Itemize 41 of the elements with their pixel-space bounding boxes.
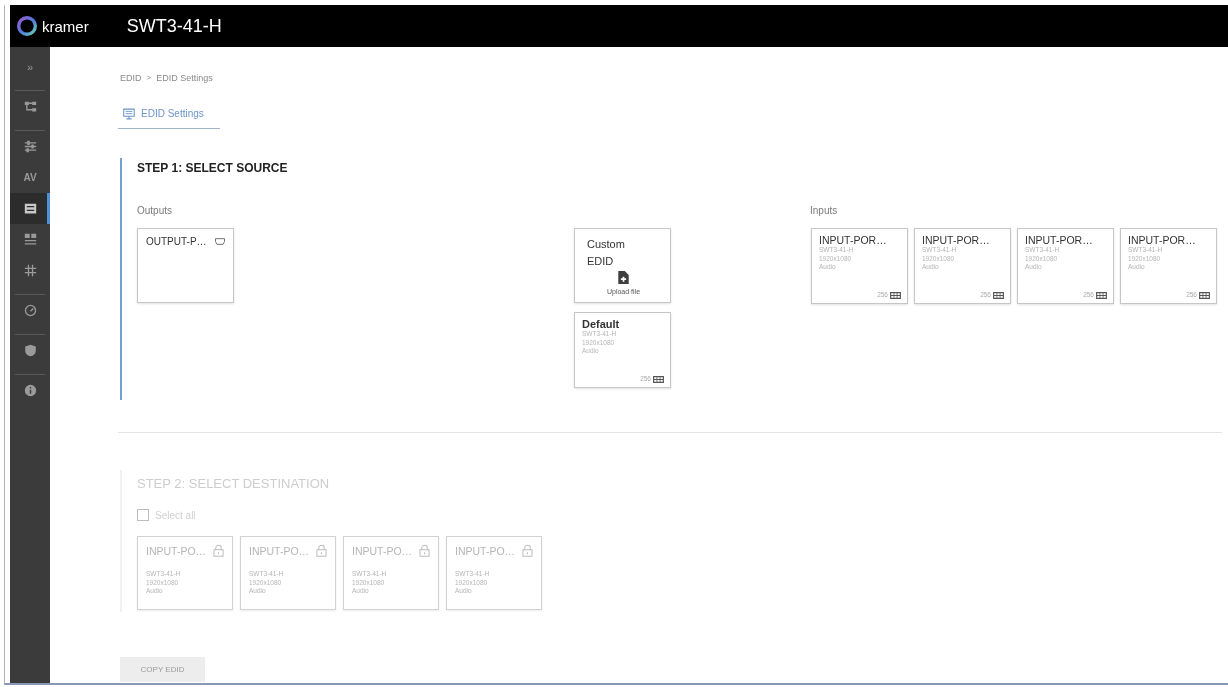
blocks-list-icon xyxy=(23,233,37,246)
sidebar-item[interactable]: AV xyxy=(10,162,50,193)
port-icon xyxy=(215,238,225,245)
shield-icon xyxy=(23,344,37,357)
breadcrumb-link[interactable]: EDID xyxy=(120,72,142,84)
port-name: INPUT-POR… xyxy=(1128,234,1197,246)
port-name: INPUT-PO… xyxy=(249,544,310,557)
logo-icon xyxy=(17,16,37,36)
port-name: INPUT-PO… xyxy=(455,544,516,557)
custom-edid-title: Custom EDID xyxy=(587,237,626,269)
network-icon xyxy=(23,100,37,113)
port-name: INPUT-POR… xyxy=(922,234,991,246)
gauge-icon xyxy=(23,304,37,317)
inputs-label: Inputs xyxy=(810,204,839,218)
tab[interactable]: EDID Settings xyxy=(118,104,220,129)
info-icon xyxy=(23,384,37,397)
step-title: STEP 1: SELECT SOURCE xyxy=(137,161,289,176)
monitor-icon xyxy=(123,108,135,120)
breadcrumb-separator: > xyxy=(146,72,152,84)
output-port-card[interactable]: OUTPUT-P… xyxy=(137,228,234,303)
port-name: INPUT-PO… xyxy=(146,544,207,557)
storage-icon xyxy=(23,202,37,215)
grid-icon xyxy=(890,291,901,299)
port-name: INPUT-PO… xyxy=(352,544,413,557)
device-title: SWT3-41-H xyxy=(126,15,222,37)
outputs-label: Outputs xyxy=(137,204,174,218)
grid-icon xyxy=(993,291,1004,299)
sidebar-item[interactable] xyxy=(10,193,50,224)
sidebar-item[interactable]: » xyxy=(10,51,50,82)
grid-icon xyxy=(653,375,664,383)
brand-name: kramer xyxy=(42,17,89,35)
sliders-icon xyxy=(23,140,37,153)
port-name: INPUT-POR… xyxy=(1025,234,1094,246)
port-name: INPUT-POR… xyxy=(819,234,888,246)
hash-icon xyxy=(23,264,37,277)
grid-icon xyxy=(1096,291,1107,299)
breadcrumb-current: EDID Settings xyxy=(156,72,213,84)
edid-name: Default xyxy=(582,318,621,330)
grid-icon xyxy=(1199,291,1210,299)
port-name: OUTPUT-P… xyxy=(146,235,207,248)
file-upload-icon xyxy=(618,271,629,284)
